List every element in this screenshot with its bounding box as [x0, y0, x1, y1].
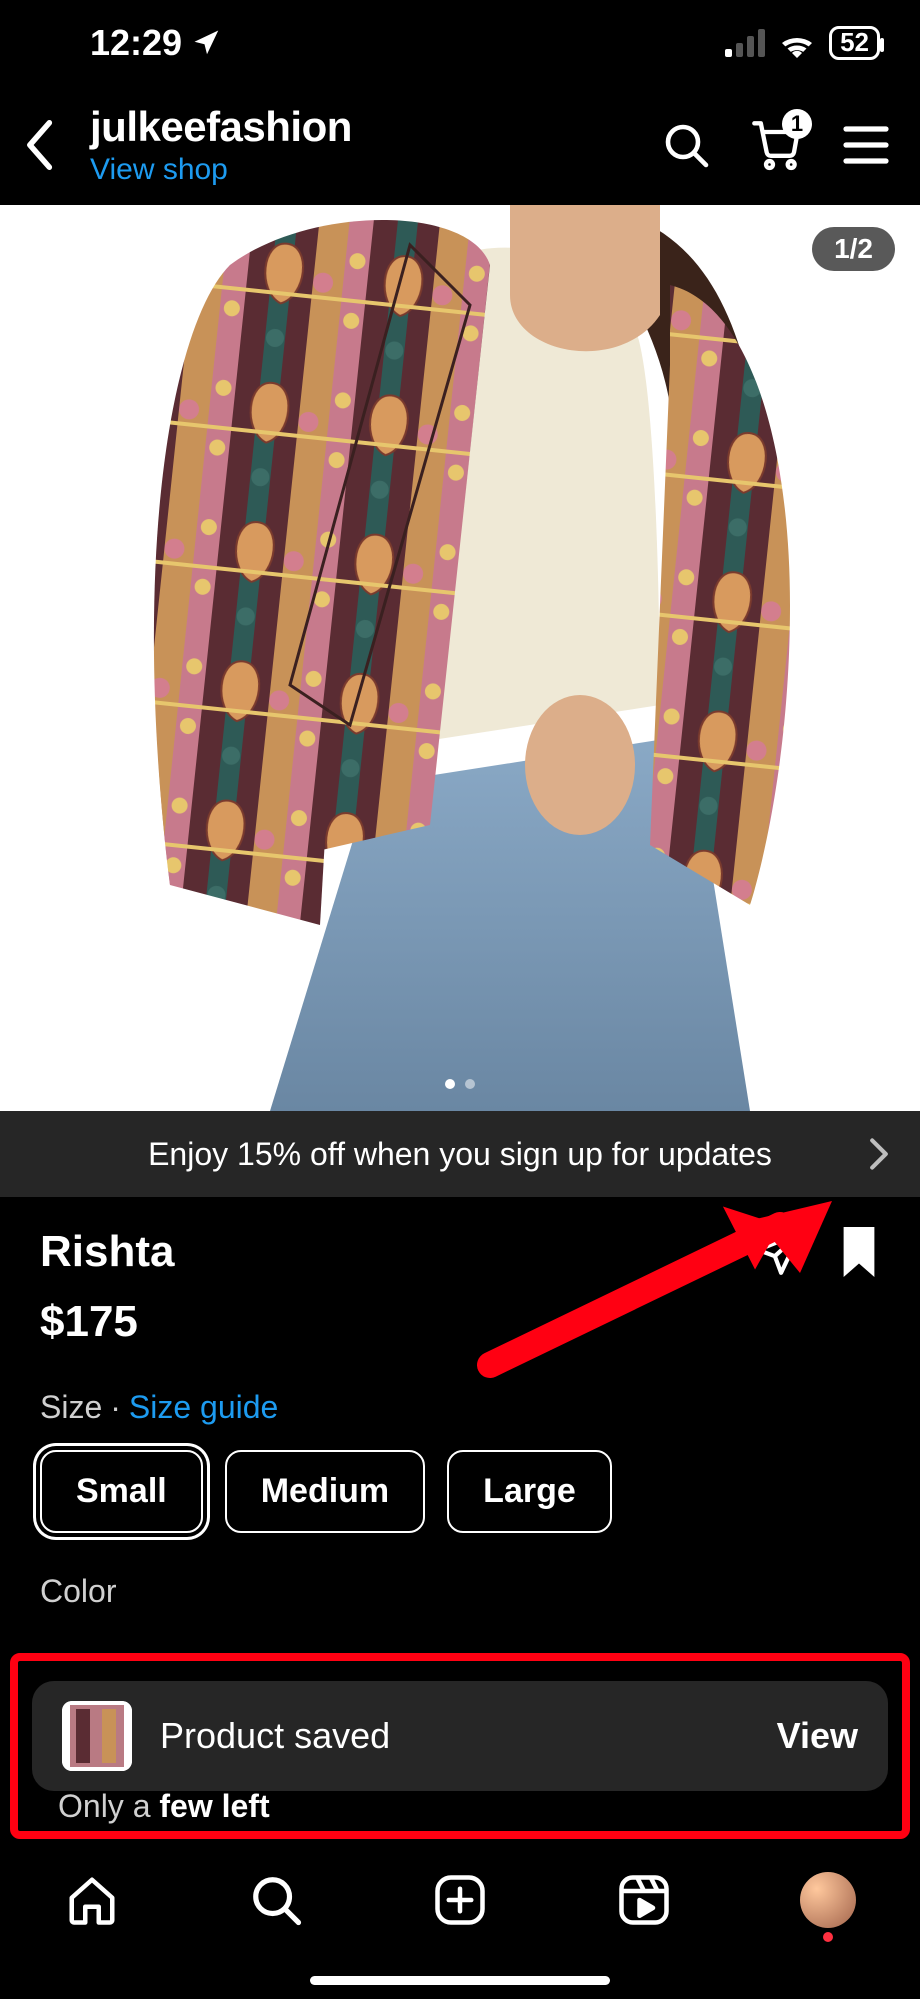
carousel-dot[interactable]: [445, 1079, 455, 1089]
shop-title-wrap[interactable]: julkeefashion View shop: [90, 103, 634, 187]
product-saved-toast[interactable]: Product saved View: [32, 1681, 888, 1791]
back-button[interactable]: [20, 124, 62, 166]
promo-text: Enjoy 15% off when you sign up for updat…: [148, 1136, 772, 1173]
size-chips: Small Medium Large: [40, 1450, 880, 1533]
battery-indicator: 52: [829, 26, 880, 60]
product-info: Rishta $175 Size · Size guide Small Medi…: [0, 1197, 920, 1610]
product-title: Rishta: [40, 1227, 754, 1277]
battery-value: 52: [840, 27, 869, 58]
size-chip-small[interactable]: Small: [40, 1450, 203, 1533]
nav-create[interactable]: [431, 1871, 489, 1929]
annotation-arrow: [460, 1195, 840, 1385]
cart-button[interactable]: 1: [750, 119, 802, 171]
status-left: 12:29: [90, 22, 222, 64]
bottom-nav: [0, 1849, 920, 1999]
status-bar: 12:29 52: [0, 0, 920, 85]
size-label: Size: [40, 1389, 102, 1426]
home-indicator[interactable]: [310, 1976, 610, 1985]
toast-view-button[interactable]: View: [777, 1715, 858, 1757]
header-actions: 1: [662, 119, 890, 171]
size-row: Size · Size guide: [40, 1389, 880, 1426]
avatar: [800, 1872, 856, 1928]
nav-search[interactable]: [247, 1871, 305, 1929]
annotation-highlight-box: Product saved View Only a few left: [10, 1653, 910, 1839]
nav-reels[interactable]: [615, 1871, 673, 1929]
bookmark-icon[interactable]: [838, 1227, 880, 1277]
wifi-icon: [777, 28, 817, 58]
size-chip-large[interactable]: Large: [447, 1450, 612, 1533]
shop-header: julkeefashion View shop 1: [0, 85, 920, 205]
nav-home[interactable]: [63, 1871, 121, 1929]
cellular-icon: [725, 29, 765, 57]
size-guide-link[interactable]: Size guide: [129, 1389, 278, 1426]
product-image-carousel[interactable]: 1/2: [0, 205, 920, 1111]
view-shop-link[interactable]: View shop: [90, 153, 634, 187]
stock-status: Only a few left: [58, 1788, 270, 1825]
toast-message: Product saved: [160, 1715, 749, 1757]
carousel-page-indicator: 1/2: [812, 227, 895, 271]
menu-icon[interactable]: [842, 125, 890, 165]
location-icon: [192, 28, 222, 58]
carousel-dots: [445, 1079, 475, 1089]
promo-banner[interactable]: Enjoy 15% off when you sign up for updat…: [0, 1111, 920, 1197]
nav-profile[interactable]: [799, 1871, 857, 1929]
search-icon[interactable]: [662, 121, 710, 169]
separator-dot: ·: [110, 1389, 121, 1426]
cart-badge: 1: [782, 109, 812, 139]
color-label: Color: [40, 1573, 880, 1610]
chevron-right-icon: [868, 1137, 890, 1171]
share-icon[interactable]: [754, 1229, 804, 1275]
shop-name: julkeefashion: [90, 103, 634, 151]
product-photo: [110, 205, 810, 1111]
toast-thumbnail: [62, 1701, 132, 1771]
carousel-dot[interactable]: [465, 1079, 475, 1089]
clock: 12:29: [90, 22, 182, 64]
product-price: $175: [40, 1297, 880, 1347]
size-chip-medium[interactable]: Medium: [225, 1450, 425, 1533]
status-right: 52: [725, 26, 880, 60]
